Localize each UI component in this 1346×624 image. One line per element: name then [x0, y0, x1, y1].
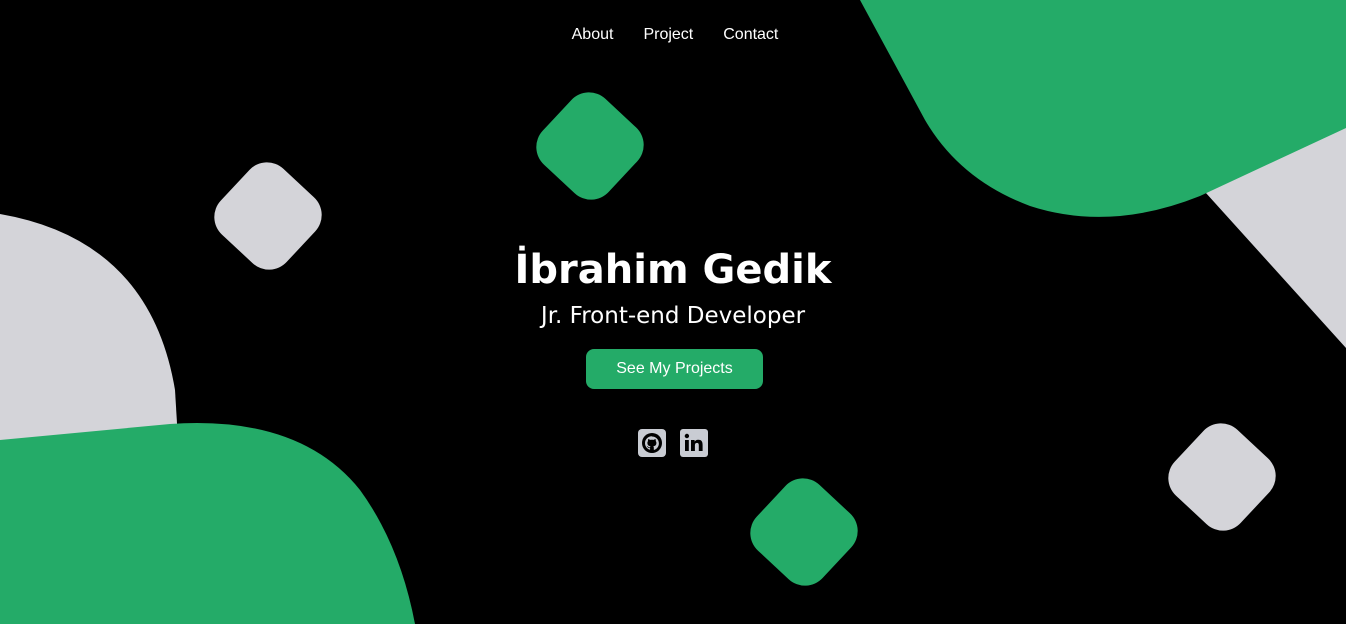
nav-about[interactable]: About — [572, 24, 614, 46]
social-links — [0, 429, 1346, 457]
nav-project[interactable]: Project — [643, 24, 693, 46]
page: About Project Contact İbrahim Gedik Jr. … — [0, 0, 1346, 624]
github-icon[interactable] — [638, 429, 666, 457]
hero: İbrahim Gedik Jr. Front-end Developer — [0, 243, 1346, 331]
green-square-top — [536, 92, 644, 200]
top-nav: About Project Contact — [0, 24, 1346, 46]
green-square-bottom — [750, 478, 858, 586]
hero-name: İbrahim Gedik — [514, 247, 832, 293]
hero-title: Jr. Front-end Developer — [540, 303, 806, 329]
see-projects-button[interactable]: See My Projects — [586, 349, 763, 389]
nav-contact[interactable]: Contact — [723, 24, 778, 46]
linkedin-icon[interactable] — [680, 429, 708, 457]
